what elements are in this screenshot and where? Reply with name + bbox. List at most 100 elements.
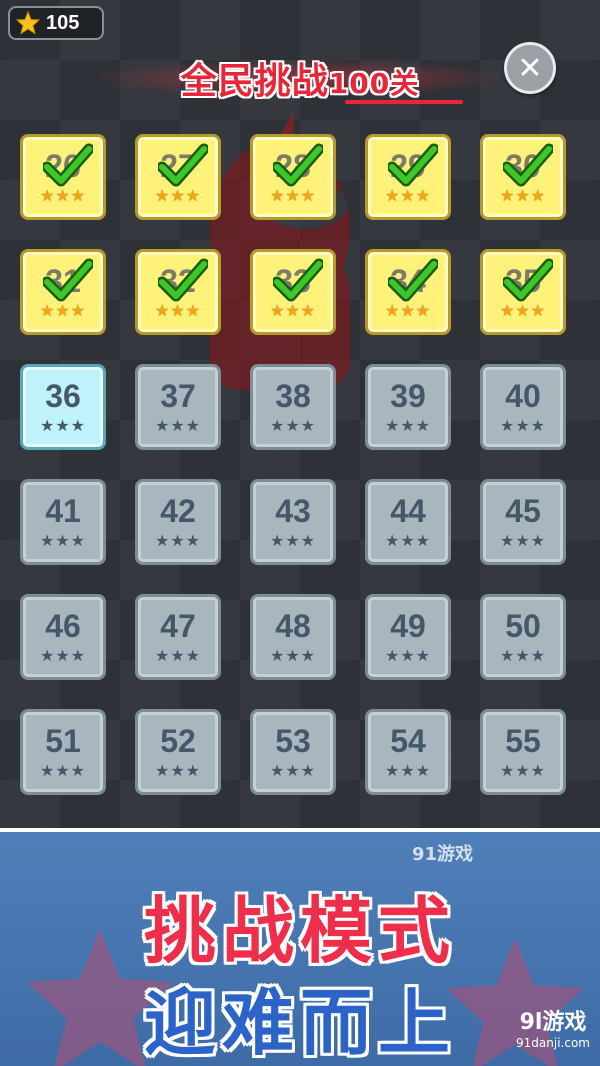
level-tile-47[interactable]: 47 ★★★ — [135, 594, 221, 680]
level-stars: ★★★ — [39, 301, 87, 320]
level-stars: ★★★ — [154, 186, 202, 205]
watermark-center: 91游戏 — [412, 844, 474, 865]
level-number: 48 — [275, 608, 311, 644]
level-tile-46[interactable]: 46 ★★★ — [20, 594, 106, 680]
level-stars: ★★★ — [384, 531, 432, 550]
level-tile-42[interactable]: 42 ★★★ — [135, 479, 221, 565]
level-tile-31[interactable]: 31 ★★★ — [20, 249, 106, 335]
checkmark-icon — [273, 143, 323, 187]
level-number: 51 — [45, 723, 81, 759]
level-number: 52 — [160, 723, 196, 759]
level-number: 41 — [45, 493, 81, 529]
level-stars: ★★★ — [384, 646, 432, 665]
level-number: 45 — [505, 493, 541, 529]
level-tile-41[interactable]: 41 ★★★ — [20, 479, 106, 565]
checkmark-icon — [273, 258, 323, 302]
checkmark-icon — [388, 143, 438, 187]
level-tile-52[interactable]: 52 ★★★ — [135, 709, 221, 795]
level-number: 36 — [45, 378, 81, 414]
level-tile-34[interactable]: 34 ★★★ — [365, 249, 451, 335]
level-tile-49[interactable]: 49 ★★★ — [365, 594, 451, 680]
level-tile-48[interactable]: 48 ★★★ — [250, 594, 336, 680]
level-tile-29[interactable]: 29 ★★★ — [365, 134, 451, 220]
level-tile-27[interactable]: 27 ★★★ — [135, 134, 221, 220]
level-stars: ★★★ — [269, 186, 317, 205]
level-stars: ★★★ — [499, 301, 547, 320]
level-stars: ★★★ — [499, 531, 547, 550]
level-stars: ★★★ — [269, 301, 317, 320]
level-number: 43 — [275, 493, 311, 529]
checkmark-icon — [43, 143, 93, 187]
star-counter: 105 — [8, 6, 104, 40]
checkmark-icon — [388, 258, 438, 302]
level-stars: ★★★ — [154, 646, 202, 665]
level-tile-50[interactable]: 50 ★★★ — [480, 594, 566, 680]
level-tile-53[interactable]: 53 ★★★ — [250, 709, 336, 795]
watermark-corner: 9l游戏 91danji.com — [516, 1004, 590, 1050]
level-stars: ★★★ — [154, 531, 202, 550]
level-tile-54[interactable]: 54 ★★★ — [365, 709, 451, 795]
level-tile-28[interactable]: 28 ★★★ — [250, 134, 336, 220]
level-stars: ★★★ — [39, 531, 87, 550]
level-tile-35[interactable]: 35 ★★★ — [480, 249, 566, 335]
level-tile-44[interactable]: 44 ★★★ — [365, 479, 451, 565]
level-tile-39[interactable]: 39 ★★★ — [365, 364, 451, 450]
level-tile-38[interactable]: 38 ★★★ — [250, 364, 336, 450]
level-stars: ★★★ — [154, 416, 202, 435]
level-tile-33[interactable]: 33 ★★★ — [250, 249, 336, 335]
level-stars: ★★★ — [384, 761, 432, 780]
level-stars: ★★★ — [269, 531, 317, 550]
level-number: 44 — [390, 493, 426, 529]
level-number: 40 — [505, 378, 541, 414]
level-number: 49 — [390, 608, 426, 644]
level-stars: ★★★ — [39, 761, 87, 780]
level-stars: ★★★ — [154, 761, 202, 780]
checkmark-icon — [43, 258, 93, 302]
star-icon — [16, 11, 40, 35]
star-count: 105 — [46, 11, 80, 34]
banner-subheadline: 迎难而上 — [143, 981, 456, 1065]
level-stars: ★★★ — [499, 416, 547, 435]
level-tile-30[interactable]: 30 ★★★ — [480, 134, 566, 220]
level-stars: ★★★ — [269, 761, 317, 780]
checkmark-icon — [158, 143, 208, 187]
level-number: 54 — [390, 723, 426, 759]
level-number: 42 — [160, 493, 196, 529]
level-stars: ★★★ — [269, 646, 317, 665]
checkmark-icon — [503, 258, 553, 302]
level-number: 53 — [275, 723, 311, 759]
level-tile-45[interactable]: 45 ★★★ — [480, 479, 566, 565]
promo-banner: 91游戏 挑战模式 迎难而上 9l游戏 91danji.com — [0, 828, 600, 1066]
level-tile-26[interactable]: 26 ★★★ — [20, 134, 106, 220]
level-stars: ★★★ — [499, 646, 547, 665]
level-number: 37 — [160, 378, 196, 414]
level-tile-40[interactable]: 40 ★★★ — [480, 364, 566, 450]
level-stars: ★★★ — [384, 416, 432, 435]
close-icon: ✕ — [517, 50, 543, 86]
watermark-url: 91danji.com — [516, 1036, 590, 1050]
watermark-brand: 9l游戏 — [519, 1010, 587, 1035]
level-stars: ★★★ — [384, 186, 432, 205]
banner-headline: 挑战模式 — [143, 889, 456, 973]
checkmark-icon — [503, 143, 553, 187]
level-stars: ★★★ — [499, 761, 547, 780]
level-stars: ★★★ — [384, 301, 432, 320]
level-number: 55 — [505, 723, 541, 759]
level-tile-43[interactable]: 43 ★★★ — [250, 479, 336, 565]
level-stars: ★★★ — [154, 301, 202, 320]
level-stars: ★★★ — [39, 416, 87, 435]
level-tile-37[interactable]: 37 ★★★ — [135, 364, 221, 450]
title-main: 全民挑战 — [180, 61, 329, 102]
title-number: 100关 — [328, 67, 420, 100]
level-number: 47 — [160, 608, 196, 644]
level-tile-36[interactable]: 36 ★★★ — [20, 364, 106, 450]
level-stars: ★★★ — [39, 646, 87, 665]
level-tile-55[interactable]: 55 ★★★ — [480, 709, 566, 795]
close-button[interactable]: ✕ — [504, 42, 556, 94]
level-tile-51[interactable]: 51 ★★★ — [20, 709, 106, 795]
level-stars: ★★★ — [499, 186, 547, 205]
title-underline — [345, 100, 463, 104]
level-tile-32[interactable]: 32 ★★★ — [135, 249, 221, 335]
level-number: 38 — [275, 378, 311, 414]
level-number: 50 — [505, 608, 541, 644]
